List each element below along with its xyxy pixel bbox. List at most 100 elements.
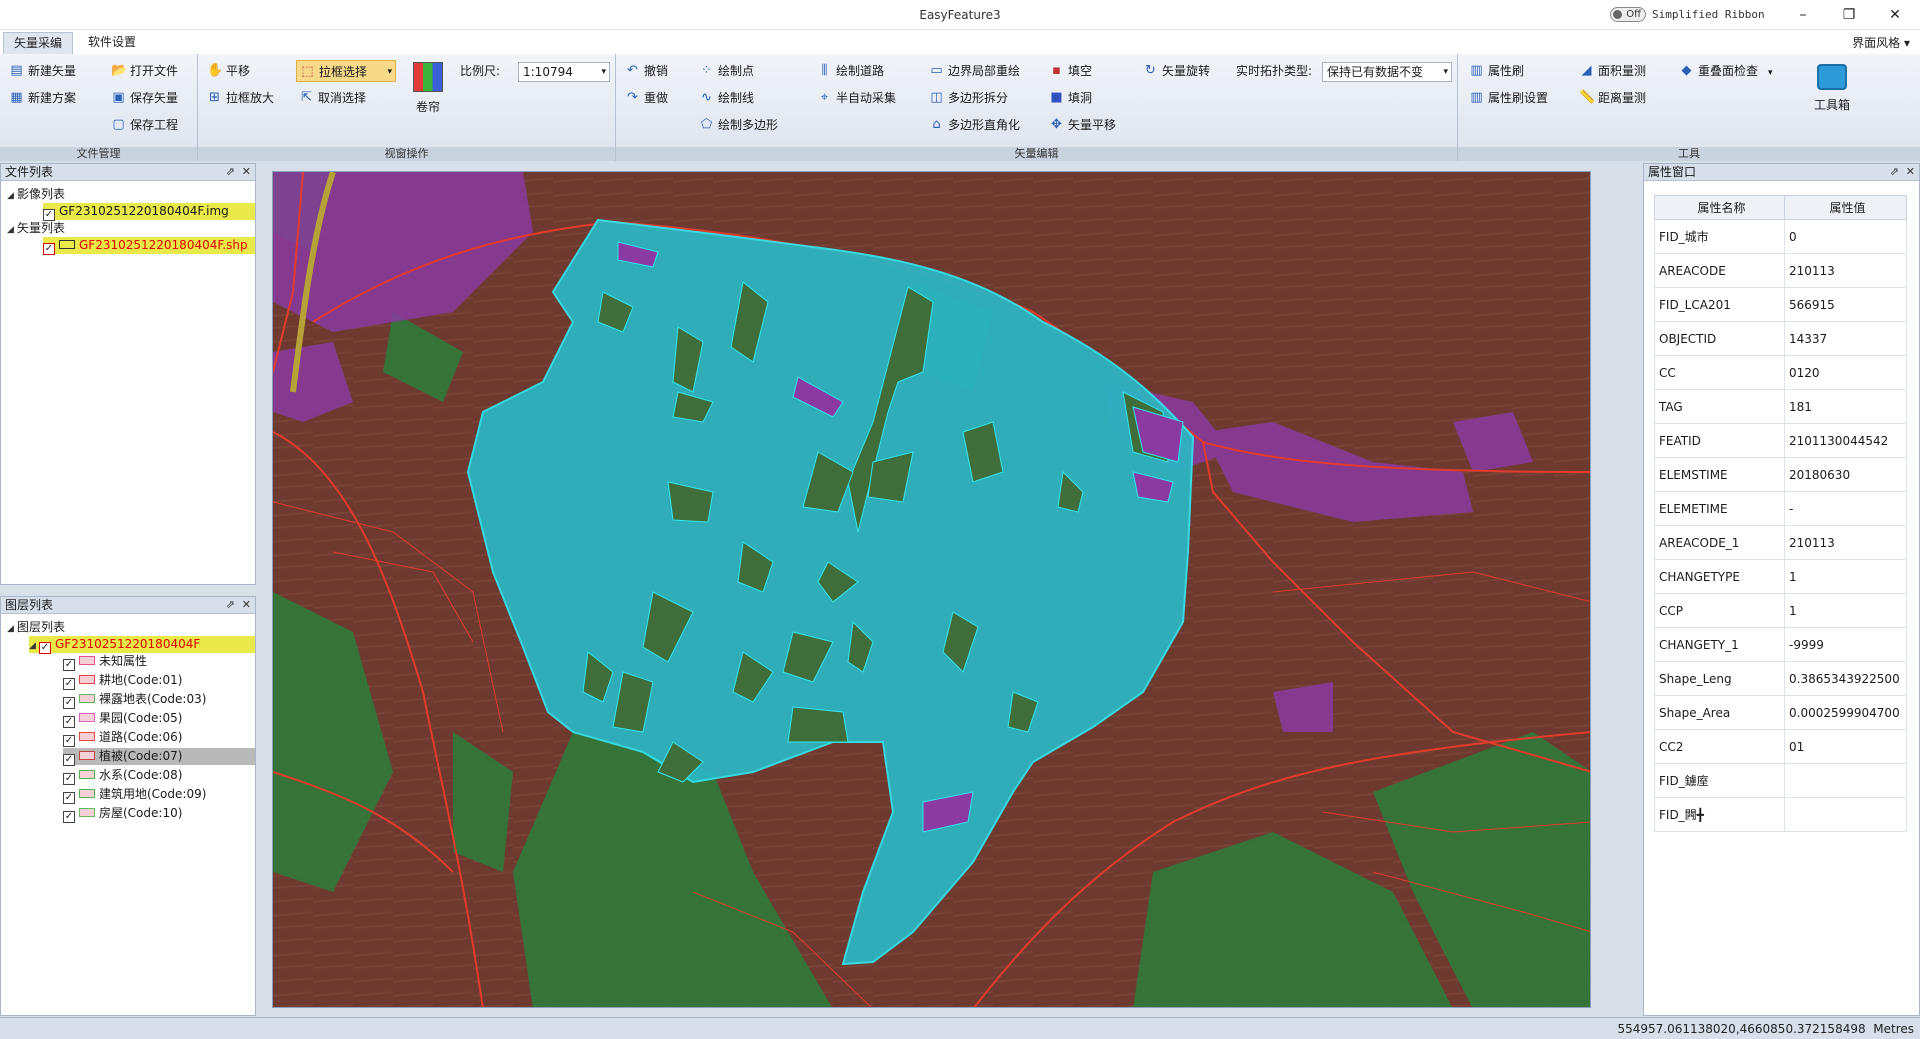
attribute-row[interactable]: CHANGETY_1 -9999 <box>1654 627 1907 662</box>
attribute-value[interactable] <box>1784 797 1907 832</box>
dist-measure-button[interactable]: 📏 距离量测 <box>1576 87 1646 109</box>
attribute-value[interactable] <box>1784 763 1907 798</box>
layer-root-node[interactable]: ◢ 图层列表 <box>7 619 65 636</box>
attribute-value[interactable]: 1 <box>1784 593 1907 628</box>
layer-item[interactable]: ✓ 植被(Code:07) <box>63 748 255 766</box>
box-zoom-button[interactable]: ⊞ 拉框放大 <box>204 87 274 109</box>
col-attribute-name[interactable]: 属性名称 <box>1654 195 1785 220</box>
maximize-icon[interactable]: ❐ <box>1834 4 1864 26</box>
attribute-row[interactable]: FID_闁╋ <box>1654 797 1907 832</box>
curtain-button[interactable]: 卷帘 <box>408 60 448 115</box>
map-canvas[interactable] <box>272 171 1591 1008</box>
expand-icon[interactable]: ◢ <box>7 222 17 239</box>
ui-style-menu[interactable]: 界面风格 ▾ <box>1852 34 1910 51</box>
attribute-row[interactable]: CC 0120 <box>1654 355 1907 390</box>
attribute-row[interactable]: CC2 01 <box>1654 729 1907 764</box>
checkbox[interactable]: ✓ <box>63 659 75 671</box>
checkbox[interactable]: ✓ <box>63 773 75 785</box>
topology-select[interactable]: 保持已有数据不变 ▾ <box>1322 62 1452 82</box>
close-icon[interactable]: ✕ <box>1906 165 1915 178</box>
attribute-value[interactable]: 210113 <box>1784 253 1907 288</box>
attribute-row[interactable]: Shape_Area 0.0002599904700 <box>1654 695 1907 730</box>
layer-item[interactable]: ✓ 水系(Code:08) <box>63 767 255 785</box>
vector-group-node[interactable]: ◢ 矢量列表 <box>7 220 65 237</box>
attribute-value[interactable]: - <box>1784 491 1907 526</box>
attribute-row[interactable]: Shape_Leng 0.3865343922500 <box>1654 661 1907 696</box>
attribute-row[interactable]: FID_LCA201 566915 <box>1654 287 1907 322</box>
toolbox-button[interactable]: 工具箱 <box>1804 60 1860 113</box>
attribute-row[interactable]: FID_鐪庢 <box>1654 763 1907 798</box>
vector-rotate-button[interactable]: ↻ 矢量旋转 <box>1140 60 1210 82</box>
attribute-value[interactable]: 01 <box>1784 729 1907 764</box>
fill-button[interactable]: ▪ 填空 <box>1046 60 1092 82</box>
draw-polygon-button[interactable]: ⬠ 绘制多边形 <box>696 114 778 136</box>
attribute-row[interactable]: ELEMETIME - <box>1654 491 1907 526</box>
redo-button[interactable]: ↷ 重做 <box>622 87 668 109</box>
layer-item[interactable]: ✓ 房屋(Code:10) <box>63 805 255 823</box>
draw-line-button[interactable]: ∿ 绘制线 <box>696 87 754 109</box>
attribute-value[interactable]: -9999 <box>1784 627 1907 662</box>
layer-item[interactable]: ✓ 裸露地表(Code:03) <box>63 691 255 709</box>
expand-icon[interactable]: ◢ <box>7 621 17 638</box>
minimize-icon[interactable]: – <box>1788 4 1818 26</box>
boundary-redraw-button[interactable]: ▭ 边界局部重绘 <box>926 60 1020 82</box>
attribute-value[interactable]: 1 <box>1784 559 1907 594</box>
attribute-row[interactable]: FEATID 2101130044542 <box>1654 423 1907 458</box>
attribute-row[interactable]: AREACODE_1 210113 <box>1654 525 1907 560</box>
attribute-row[interactable]: CHANGETYPE 1 <box>1654 559 1907 594</box>
float-icon[interactable]: ⇗ <box>226 598 235 611</box>
attribute-row[interactable]: FID_城市 0 <box>1654 219 1907 254</box>
layer-item[interactable]: ✓ 耕地(Code:01) <box>63 672 255 690</box>
attribute-value[interactable]: 20180630 <box>1784 457 1907 492</box>
layer-item[interactable]: ✓ 果园(Code:05) <box>63 710 255 728</box>
attribute-row[interactable]: OBJECTID 14337 <box>1654 321 1907 356</box>
checkbox[interactable]: ✓ <box>63 678 75 690</box>
close-icon[interactable]: ✕ <box>242 598 251 611</box>
col-attribute-value[interactable]: 属性值 <box>1784 195 1907 220</box>
attribute-value[interactable]: 0.3865343922500 <box>1784 661 1907 696</box>
attribute-value[interactable]: 2101130044542 <box>1784 423 1907 458</box>
pan-button[interactable]: ✋ 平移 <box>204 60 250 82</box>
attribute-row[interactable]: CCP 1 <box>1654 593 1907 628</box>
map-svg[interactable] <box>273 172 1591 1008</box>
checkbox[interactable]: ✓ <box>63 697 75 709</box>
image-file-item[interactable]: ✓ GF2310251220180404F.img <box>43 203 255 221</box>
simplified-ribbon-toggle[interactable]: Off <box>1610 7 1646 22</box>
layer-item[interactable]: ✓ 未知属性 <box>63 653 255 671</box>
fill-hole-button[interactable]: ■ 填洞 <box>1046 87 1092 109</box>
attribute-row[interactable]: AREACODE 210113 <box>1654 253 1907 288</box>
save-vector-button[interactable]: ▣ 保存矢量 <box>108 87 178 109</box>
attr-brush-button[interactable]: ▥ 属性刷 <box>1466 60 1524 82</box>
attr-brush-settings-button[interactable]: ▥ 属性刷设置 <box>1466 87 1548 109</box>
close-icon[interactable]: ✕ <box>1880 4 1910 26</box>
layer-file-node[interactable]: ◢ ✓ GF2310251220180404F <box>29 636 255 654</box>
chevron-down-icon[interactable]: ▾ <box>387 61 392 83</box>
attribute-value[interactable]: 14337 <box>1784 321 1907 356</box>
new-vector-button[interactable]: ▤ 新建矢量 <box>6 60 76 82</box>
attribute-value[interactable]: 181 <box>1784 389 1907 424</box>
box-select-button[interactable]: ⬚ 拉框选择 ▾ <box>296 60 396 82</box>
scale-select[interactable]: 1:10794 ▾ <box>518 62 610 82</box>
attribute-row[interactable]: TAG 181 <box>1654 389 1907 424</box>
checkbox[interactable]: ✓ <box>63 792 75 804</box>
polygon-split-button[interactable]: ◫ 多边形拆分 <box>926 87 1008 109</box>
overlap-check-button[interactable]: ◆ 重叠面检查 ▾ <box>1676 60 1773 82</box>
vector-shift-button[interactable]: ✥ 矢量平移 <box>1046 114 1116 136</box>
checkbox[interactable]: ✓ <box>63 716 75 728</box>
attribute-value[interactable]: 210113 <box>1784 525 1907 560</box>
attribute-value[interactable]: 566915 <box>1784 287 1907 322</box>
draw-road-button[interactable]: ⫼ 绘制道路 <box>814 60 885 82</box>
area-measure-button[interactable]: ◢ 面积量测 <box>1576 60 1647 82</box>
expand-icon[interactable]: ◢ <box>7 188 17 205</box>
close-icon[interactable]: ✕ <box>242 165 251 178</box>
polygon-rect-button[interactable]: ⌂ 多边形直角化 <box>926 114 1020 136</box>
checkbox[interactable]: ✓ <box>63 735 75 747</box>
save-project-button[interactable]: ▢ 保存工程 <box>108 114 178 136</box>
attribute-row[interactable]: ELEMSTIME 20180630 <box>1654 457 1907 492</box>
open-file-button[interactable]: 📂 打开文件 <box>108 60 178 82</box>
image-group-node[interactable]: ◢ 影像列表 <box>7 186 65 203</box>
undo-button[interactable]: ↶ 撤销 <box>622 60 668 82</box>
checkbox[interactable]: ✓ <box>39 642 51 654</box>
tab-vector-edit[interactable]: 矢量采编 <box>3 32 74 54</box>
layer-item[interactable]: ✓ 道路(Code:06) <box>63 729 255 747</box>
